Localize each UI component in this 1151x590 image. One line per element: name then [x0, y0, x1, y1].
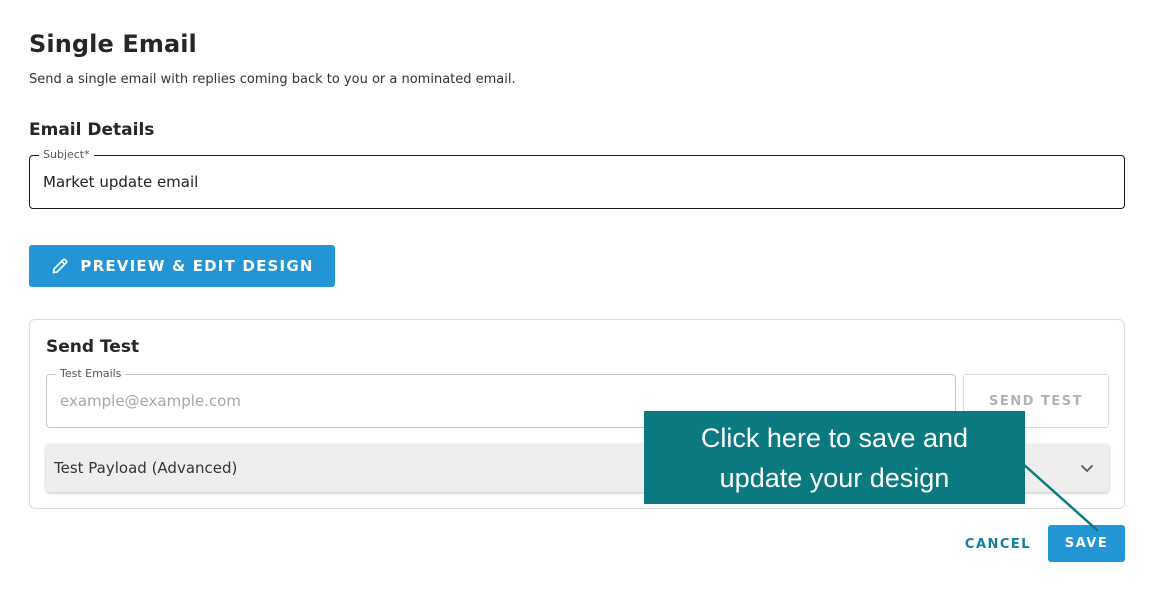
preview-edit-design-button[interactable]: PREVIEW & EDIT DESIGN: [29, 245, 335, 287]
test-emails-input[interactable]: [60, 392, 920, 410]
cancel-button[interactable]: CANCEL: [958, 526, 1038, 562]
preview-button-label: PREVIEW & EDIT DESIGN: [80, 257, 314, 275]
pencil-icon: [52, 258, 68, 274]
email-details-heading: Email Details: [29, 120, 155, 140]
subject-label: Subject*: [39, 148, 94, 162]
subject-value[interactable]: Market update email: [43, 173, 198, 191]
save-tooltip: Click here to save and update your desig…: [644, 411, 1025, 504]
test-emails-label: Test Emails: [56, 367, 126, 381]
test-payload-label: Test Payload (Advanced): [54, 459, 238, 477]
chevron-down-icon[interactable]: [1079, 460, 1095, 476]
subject-field[interactable]: Subject* Market update email: [29, 148, 1125, 209]
save-button[interactable]: SAVE: [1048, 525, 1125, 562]
send-test-heading: Send Test: [46, 337, 140, 357]
page-description: Send a single email with replies coming …: [29, 72, 516, 87]
page-title: Single Email: [29, 30, 197, 58]
